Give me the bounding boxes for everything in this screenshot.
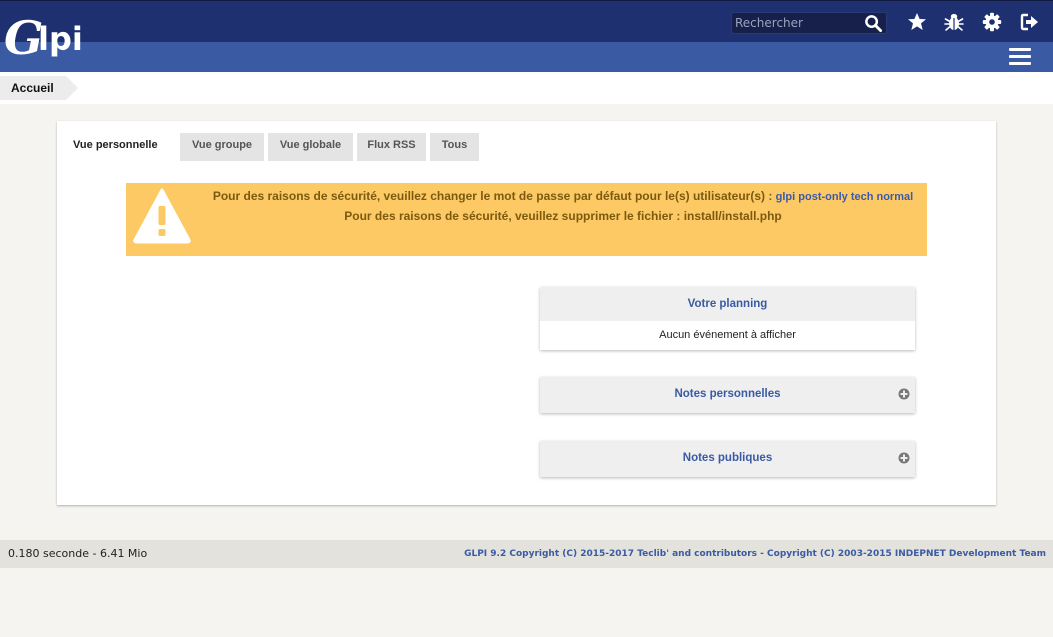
header: G lpi xyxy=(0,0,1053,72)
star-icon[interactable] xyxy=(907,12,927,32)
bug-icon[interactable] xyxy=(944,12,964,32)
footer: 0.180 seconde - 6.41 Mio GLPI 9.2 Copyri… xyxy=(0,540,1053,568)
footer-timing: 0.180 seconde - 6.41 Mio xyxy=(8,547,148,560)
breadcrumb-home[interactable]: Accueil xyxy=(0,76,78,100)
search-input[interactable] xyxy=(735,15,859,31)
hamburger-menu-icon[interactable] xyxy=(1009,47,1031,67)
alert-line-password: Pour des raisons de sécurité, veuillez c… xyxy=(208,189,918,203)
security-alert: Pour des raisons de sécurité, veuillez c… xyxy=(126,183,927,256)
tab-vue-groupe[interactable]: Vue groupe xyxy=(180,133,264,161)
main-card: Vue personnelle Vue groupe Vue globale F… xyxy=(57,121,996,505)
alert-line-install: Pour des raisons de sécurité, veuillez s… xyxy=(344,209,782,223)
search-icon[interactable] xyxy=(864,14,883,33)
breadcrumb-bar: Accueil xyxy=(0,72,1053,104)
header-top-bar xyxy=(0,0,1053,42)
warning-icon xyxy=(133,188,191,244)
header-bottom-bar xyxy=(0,42,1053,72)
glpi-logo[interactable]: G lpi xyxy=(4,10,100,66)
planning-empty-message: Aucun événement à afficher xyxy=(540,321,915,350)
personal-notes-title[interactable]: Notes personnelles xyxy=(540,377,915,413)
search-box xyxy=(731,12,887,34)
add-personal-note-icon[interactable] xyxy=(898,388,910,400)
svg-text:lpi: lpi xyxy=(38,20,83,58)
logout-icon[interactable] xyxy=(1020,12,1040,32)
gear-icon[interactable] xyxy=(982,12,1002,32)
tab-vue-personnelle[interactable]: Vue personnelle xyxy=(73,133,177,161)
public-notes-title[interactable]: Notes publiques xyxy=(540,441,915,477)
alert-password-text: Pour des raisons de sécurité, veuillez c… xyxy=(212,189,776,203)
planning-title[interactable]: Votre planning xyxy=(540,287,915,321)
personal-notes-panel: Notes personnelles xyxy=(540,377,915,413)
add-public-note-icon[interactable] xyxy=(898,452,910,464)
tab-vue-globale[interactable]: Vue globale xyxy=(268,133,353,161)
planning-panel: Votre planning Aucun événement à affiche… xyxy=(540,287,915,350)
footer-copyright-link[interactable]: GLPI 9.2 Copyright (C) 2015-2017 Teclib'… xyxy=(464,540,1046,568)
tab-tous[interactable]: Tous xyxy=(430,133,479,161)
tab-flux-rss[interactable]: Flux RSS xyxy=(357,133,426,161)
alert-users-link[interactable]: glpi post-only tech normal xyxy=(776,191,914,203)
public-notes-panel: Notes publiques xyxy=(540,441,915,477)
